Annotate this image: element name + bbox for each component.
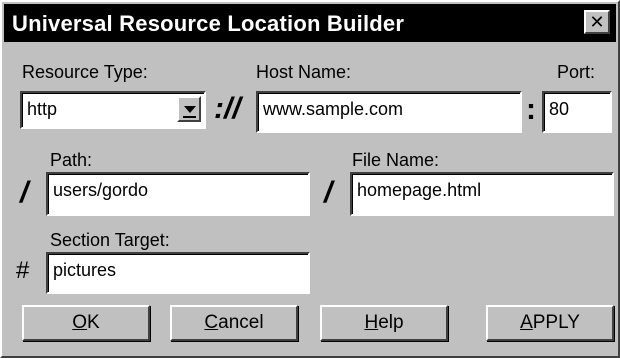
close-icon: ✕ [589, 12, 605, 32]
scheme-separator: :// [214, 92, 241, 125]
file-name-label: File Name: [352, 150, 440, 170]
apply-button[interactable]: A PPLY [486, 305, 614, 341]
port-input[interactable]: 80 [542, 91, 612, 133]
resource-type-label: Resource Type: [22, 62, 148, 82]
file-separator: / [324, 176, 333, 209]
path-label: Path: [50, 150, 93, 170]
host-name-label: Host Name: [256, 62, 352, 82]
cancel-button[interactable]: Cancel [170, 305, 298, 341]
dropdown-arrow-icon[interactable] [177, 96, 201, 122]
path-separator: / [20, 176, 29, 209]
help-button[interactable]: Help [320, 305, 448, 341]
port-separator: : [526, 93, 536, 126]
window-title: Universal Resource Location Builder [12, 11, 405, 36]
file-name-input[interactable]: homepage.html [350, 172, 614, 216]
url-builder-dialog: Universal Resource Location Builder ✕ Re… [0, 0, 620, 358]
section-target-label: Section Target: [50, 230, 170, 250]
path-input[interactable]: users/gordo [46, 172, 310, 216]
title-bar[interactable]: Universal Resource Location Builder ✕ [4, 4, 616, 42]
ok-button[interactable]: OK [22, 305, 150, 341]
resource-type-value: http [27, 99, 58, 119]
section-target-input[interactable]: pictures [46, 252, 310, 294]
close-button[interactable]: ✕ [584, 10, 610, 34]
host-name-input[interactable]: www.sample.com [256, 91, 522, 133]
resource-type-select[interactable]: http [20, 91, 206, 129]
section-separator: # [16, 257, 30, 284]
port-label: Port: [557, 62, 596, 82]
